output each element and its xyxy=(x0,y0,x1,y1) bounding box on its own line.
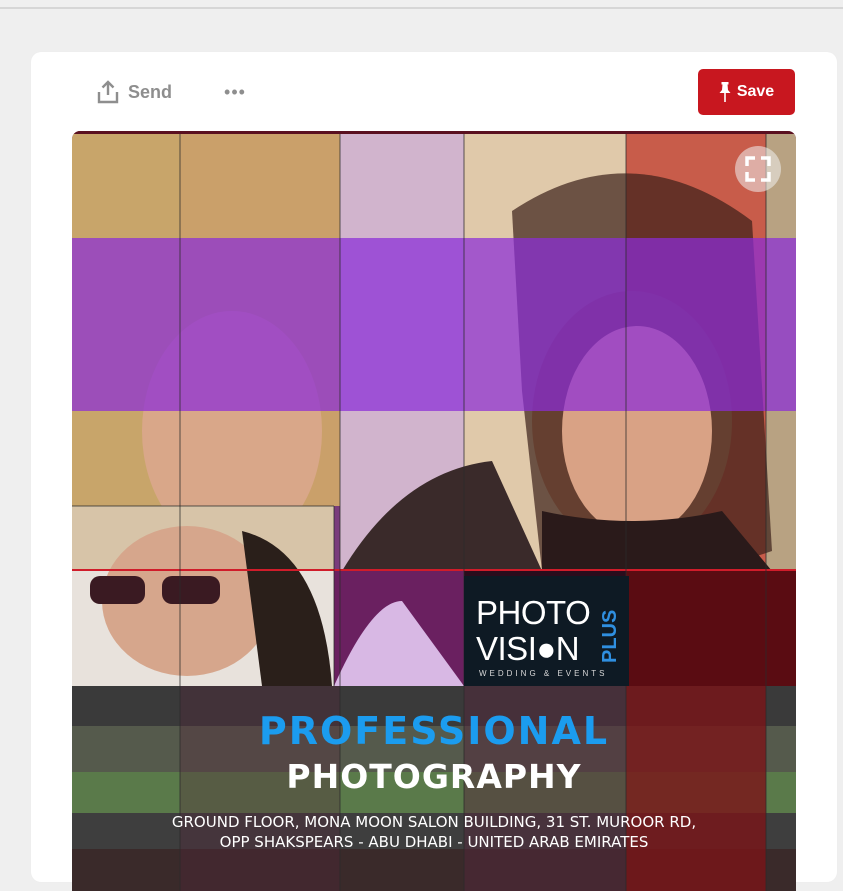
more-options-button[interactable]: ••• xyxy=(221,82,249,102)
logo-subtitle: WEDDING & EVENTS xyxy=(479,669,608,678)
logo-plus-text: PLUS xyxy=(599,609,621,663)
address-line-2: OPP SHAKSPEARS - ABU DHABI - UNITED ARAB… xyxy=(219,833,649,851)
logo-text-line2: VISI●N xyxy=(476,630,580,667)
save-label: Save xyxy=(736,83,775,100)
address-line-1: GROUND FLOOR, MONA MOON SALON BUILDING, … xyxy=(171,813,697,831)
share-upload-icon xyxy=(97,80,119,104)
logo-text-line1: PHOTO xyxy=(476,594,591,631)
brand-logo: PHOTO VISI●N PLUS WEDDING & EVENTS xyxy=(464,576,629,686)
more-options-icon: ••• xyxy=(224,81,246,102)
pushpin-icon xyxy=(719,82,731,102)
expand-button[interactable] xyxy=(735,146,781,192)
expand-corners-icon xyxy=(745,156,771,182)
send-label: Send xyxy=(128,81,173,102)
top-divider xyxy=(0,7,843,9)
pin-toolbar: Send ••• Save xyxy=(31,52,837,130)
headline-professional: PROFESSIONAL xyxy=(258,709,610,753)
send-button[interactable]: Send xyxy=(97,78,172,106)
pin-image: PHOTO VISI●N PLUS WEDDING & EVENTS PROFE… xyxy=(72,131,796,891)
save-button[interactable]: Save xyxy=(698,69,795,115)
pin-card: Send ••• Save PHOTO VISI●N PLUS WEDDING … xyxy=(31,52,837,891)
headline-photography: PHOTOGRAPHY xyxy=(286,757,582,796)
